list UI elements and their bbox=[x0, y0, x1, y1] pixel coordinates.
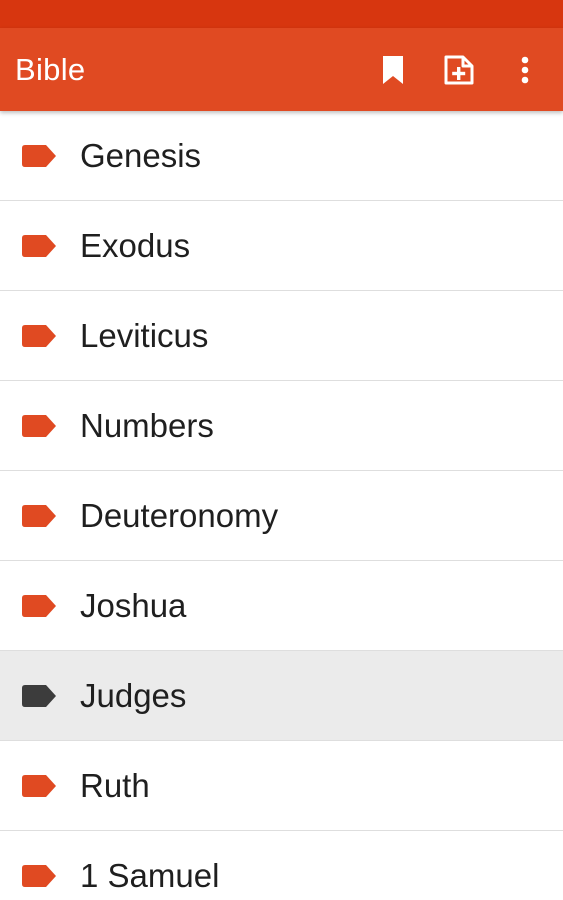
add-note-button[interactable] bbox=[441, 52, 477, 88]
book-item-1-samuel[interactable]: 1 Samuel bbox=[0, 831, 563, 900]
book-label: Ruth bbox=[80, 766, 150, 804]
book-item-numbers[interactable]: Numbers bbox=[0, 381, 563, 471]
label-tag-icon bbox=[22, 324, 58, 348]
book-label: Deuteronomy bbox=[80, 496, 279, 534]
book-label: 1 Samuel bbox=[80, 856, 220, 894]
add-note-icon bbox=[444, 55, 474, 84]
book-label: Exodus bbox=[80, 226, 191, 264]
book-item-ruth[interactable]: Ruth bbox=[0, 741, 563, 831]
app-actions bbox=[375, 52, 543, 88]
more-vert-icon bbox=[521, 56, 529, 83]
label-tag-icon bbox=[22, 144, 58, 168]
book-item-joshua[interactable]: Joshua bbox=[0, 561, 563, 651]
book-label: Leviticus bbox=[80, 316, 209, 354]
more-options-button[interactable] bbox=[507, 52, 543, 88]
label-tag-icon bbox=[22, 684, 58, 708]
book-item-exodus[interactable]: Exodus bbox=[0, 201, 563, 291]
label-tag-icon bbox=[22, 864, 58, 888]
app-title: Bible bbox=[15, 51, 86, 87]
label-tag-icon bbox=[22, 414, 58, 438]
status-bar bbox=[0, 0, 563, 28]
label-tag-icon bbox=[22, 774, 58, 798]
book-label: Joshua bbox=[80, 586, 187, 624]
book-label: Numbers bbox=[80, 406, 214, 444]
book-item-judges[interactable]: Judges bbox=[0, 651, 563, 741]
book-label: Judges bbox=[80, 676, 187, 714]
book-label: Genesis bbox=[80, 136, 202, 174]
label-tag-icon bbox=[22, 234, 58, 258]
label-tag-icon bbox=[22, 504, 58, 528]
book-list: Genesis Exodus Leviticus Numbers Deuteronomy… bbox=[0, 111, 563, 900]
book-item-leviticus[interactable]: Leviticus bbox=[0, 291, 563, 381]
bookmark-button[interactable] bbox=[375, 52, 411, 88]
bookmark-icon bbox=[383, 55, 403, 84]
book-item-genesis[interactable]: Genesis bbox=[0, 111, 563, 201]
app-bar: Bible bbox=[0, 28, 563, 111]
book-item-deuteronomy[interactable]: Deuteronomy bbox=[0, 471, 563, 561]
label-tag-icon bbox=[22, 594, 58, 618]
